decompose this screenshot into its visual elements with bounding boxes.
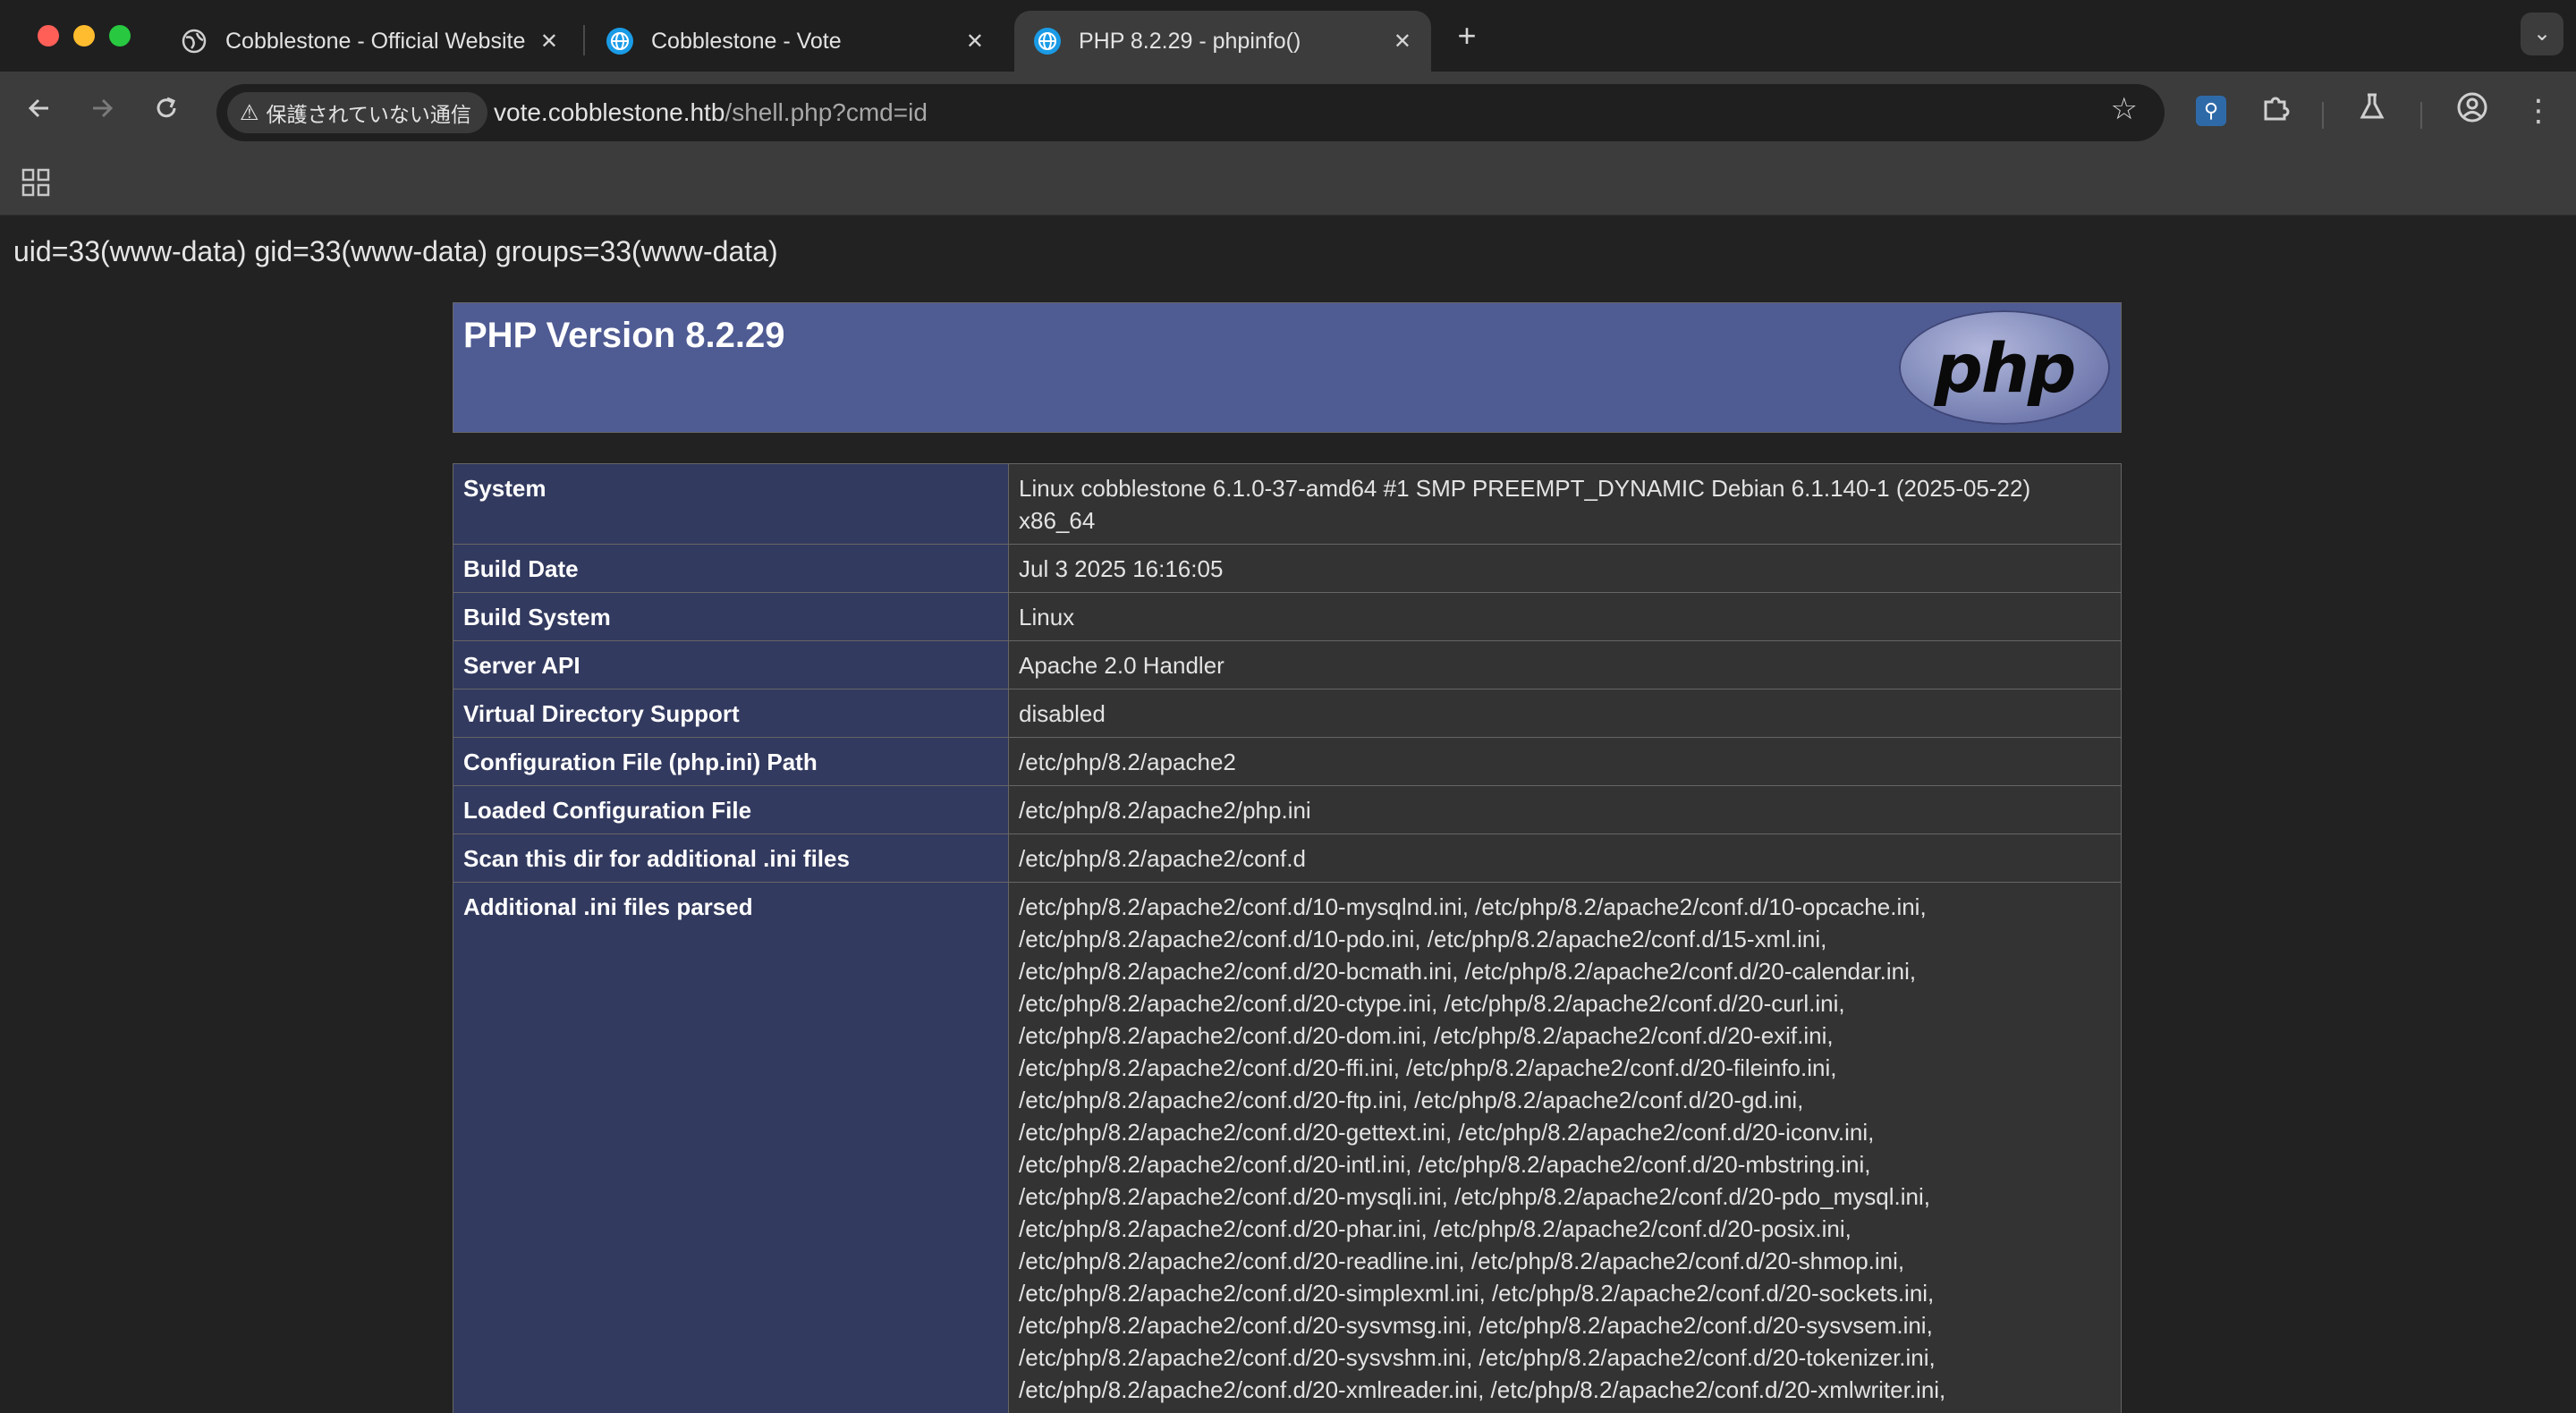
table-row: Scan this dir for additional .ini files …: [453, 833, 2122, 883]
reload-icon: [157, 97, 176, 118]
table-row: Build Date Jul 3 2025 16:16:05: [453, 544, 2122, 593]
tab-divider: [583, 25, 585, 55]
browser-toolbar: ⚠ 保護されていない通信 vote.cobblestone.htb/shell.…: [0, 72, 2576, 154]
info-key: Build System: [453, 592, 1009, 641]
table-row: Additional .ini files parsed /etc/php/8.…: [453, 882, 2122, 1413]
php-version-title: PHP Version 8.2.29: [463, 316, 785, 355]
toolbar-divider: [2420, 102, 2422, 129]
info-key: Scan this dir for additional .ini files: [453, 833, 1009, 883]
minimize-window-button[interactable]: [73, 25, 95, 47]
info-key: Loaded Configuration File: [453, 785, 1009, 834]
info-value: Linux cobblestone 6.1.0-37-amd64 #1 SMP …: [1008, 463, 2122, 545]
table-row: Build System Linux: [453, 592, 2122, 641]
extensions-puzzle-icon[interactable]: [2256, 91, 2295, 131]
globe-icon: [606, 28, 633, 55]
bookmark-star-icon[interactable]: ☆: [2111, 91, 2138, 127]
info-value: /etc/php/8.2/apache2/conf.d/10-mysqlnd.i…: [1008, 882, 2122, 1413]
info-key: Server API: [453, 640, 1009, 690]
url-path: /shell.php?cmd=id: [724, 98, 928, 126]
info-key: Virtual Directory Support: [453, 689, 1009, 738]
info-key: System: [453, 463, 1009, 545]
tab-title: PHP 8.2.29 - phpinfo(): [1079, 28, 1301, 54]
zoom-window-button[interactable]: [109, 25, 131, 47]
info-key: Configuration File (php.ini) Path: [453, 737, 1009, 786]
table-row: Configuration File (php.ini) Path /etc/p…: [453, 737, 2122, 786]
tab-cobblestone-official[interactable]: Cobblestone - Official Website ✕: [161, 11, 578, 72]
globe-icon: [181, 28, 208, 55]
apps-grid-icon[interactable]: [20, 166, 52, 199]
info-value: /etc/php/8.2/apache2/php.ini: [1008, 785, 2122, 834]
arrow-left-icon: [28, 98, 48, 118]
menu-kebab-icon[interactable]: ⋮: [2519, 91, 2558, 131]
url-text[interactable]: vote.cobblestone.htb/shell.php?cmd=id: [494, 98, 928, 127]
info-value: /etc/php/8.2/apache2: [1008, 737, 2122, 786]
close-tab-icon[interactable]: ✕: [966, 29, 984, 55]
bookmarks-bar: [0, 154, 2576, 216]
tab-phpinfo[interactable]: PHP 8.2.29 - phpinfo() ✕: [1014, 11, 1431, 72]
tab-title: Cobblestone - Official Website: [225, 28, 526, 54]
php-version-header: PHP Version 8.2.29 php: [453, 302, 2122, 433]
chevron-down-icon: ⌄: [2532, 21, 2552, 46]
info-value: disabled: [1008, 689, 2122, 738]
extension-accessibility-icon[interactable]: ⚲: [2191, 91, 2231, 131]
table-row: Virtual Directory Support disabled: [453, 689, 2122, 738]
close-tab-icon[interactable]: ✕: [540, 29, 558, 55]
close-window-button[interactable]: [38, 25, 59, 47]
tab-cobblestone-vote[interactable]: Cobblestone - Vote ✕: [587, 11, 1004, 72]
reload-button[interactable]: [147, 93, 186, 132]
profile-avatar-icon[interactable]: [2453, 91, 2492, 131]
php-logo-text: php: [1934, 328, 2077, 408]
security-label: 保護されていない通信: [266, 103, 471, 126]
arrow-right-icon: [93, 98, 114, 118]
tab-strip: Cobblestone - Official Website ✕ Cobbles…: [0, 0, 2576, 72]
toolbar-divider: [2322, 102, 2324, 129]
php-info-table: System Linux cobblestone 6.1.0-37-amd64 …: [453, 463, 2122, 1413]
info-key: Additional .ini files parsed: [453, 882, 1009, 1413]
table-row: System Linux cobblestone 6.1.0-37-amd64 …: [453, 463, 2122, 545]
labs-flask-icon[interactable]: [2352, 91, 2392, 131]
table-row: Loaded Configuration File /etc/php/8.2/a…: [453, 785, 2122, 834]
command-output: uid=33(www-data) gid=33(www-data) groups…: [13, 235, 778, 267]
forward-button[interactable]: [82, 93, 122, 132]
info-key: Build Date: [453, 544, 1009, 593]
info-value: /etc/php/8.2/apache2/conf.d: [1008, 833, 2122, 883]
info-value: Jul 3 2025 16:16:05: [1008, 544, 2122, 593]
info-value: Linux: [1008, 592, 2122, 641]
table-row: Server API Apache 2.0 Handler: [453, 640, 2122, 690]
back-button[interactable]: [20, 93, 59, 132]
tab-title: Cobblestone - Vote: [651, 28, 842, 54]
php-logo[interactable]: php: [1899, 310, 2110, 425]
tab-search-button[interactable]: ⌄: [2521, 13, 2563, 55]
security-chip[interactable]: ⚠ 保護されていない通信: [227, 92, 487, 133]
close-tab-icon[interactable]: ✕: [1394, 29, 1411, 55]
warning-icon: ⚠: [240, 100, 259, 125]
url-host: vote.cobblestone.htb: [494, 98, 725, 126]
new-tab-button[interactable]: +: [1447, 16, 1487, 55]
globe-icon: [1034, 28, 1061, 55]
page-content: uid=33(www-data) gid=33(www-data) groups…: [0, 216, 2576, 1413]
address-bar[interactable]: ⚠ 保護されていない通信 vote.cobblestone.htb/shell.…: [216, 84, 2165, 141]
info-value: Apache 2.0 Handler: [1008, 640, 2122, 690]
